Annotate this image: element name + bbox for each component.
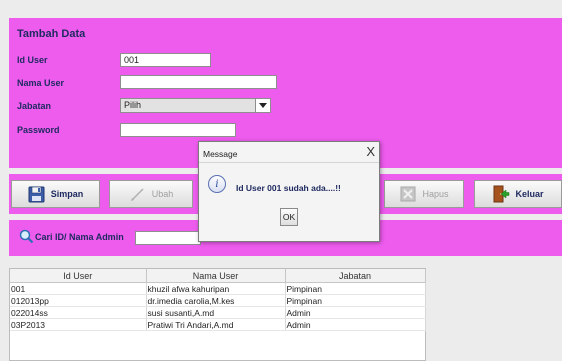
- form-title: Tambah Data: [17, 28, 86, 40]
- table-row[interactable]: 022014ss susi susanti,A.md Admin: [10, 306, 426, 319]
- cell-jabatan: Pimpinan: [285, 282, 426, 295]
- id-user-field[interactable]: 001: [120, 53, 211, 67]
- table-row[interactable]: 012013pp dr.imedia carolia,M.kes Pimpina…: [10, 294, 426, 307]
- search-icon: [19, 229, 34, 246]
- app-window: Tambah Data Id User 001 Nama User Jabata…: [0, 0, 562, 361]
- keluar-button[interactable]: Keluar: [474, 180, 562, 208]
- password-label: Password: [17, 125, 60, 135]
- user-table[interactable]: Id User Nama User Jabatan 001 khuzil afw…: [9, 268, 426, 361]
- ok-button[interactable]: OK: [280, 208, 298, 226]
- column-header-nama-user[interactable]: Nama User: [146, 269, 286, 283]
- keluar-label: Keluar: [515, 189, 544, 199]
- delete-icon: [399, 185, 417, 203]
- hapus-label: Hapus: [422, 189, 449, 199]
- jabatan-selected: Pilih: [124, 100, 142, 110]
- jabatan-select[interactable]: Pilih: [120, 98, 271, 113]
- dialog-divider: [199, 162, 379, 163]
- floppy-disk-icon: [28, 185, 46, 203]
- table-header-row: Id User Nama User Jabatan: [10, 269, 426, 283]
- cell-nama-user: dr.imedia carolia,M.kes: [146, 294, 286, 307]
- jabatan-label: Jabatan: [17, 101, 52, 111]
- cell-id-user: 001: [10, 282, 147, 295]
- cell-id-user: 012013pp: [10, 294, 147, 307]
- cell-id-user: 022014ss: [10, 306, 147, 319]
- pencil-icon: [129, 185, 147, 203]
- table-row[interactable]: 03P2013 Pratiwi Tri Andari,A.md Admin: [10, 318, 426, 331]
- table-row[interactable]: 001 khuzil afwa kahuripan Pimpinan: [10, 282, 426, 295]
- ubah-label: Ubah: [151, 189, 174, 199]
- message-dialog: Message X i Id User 001 sudah ada....!! …: [198, 141, 380, 242]
- cell-jabatan: Pimpinan: [285, 294, 426, 307]
- info-icon: i: [208, 175, 226, 193]
- hapus-button[interactable]: Hapus: [384, 180, 464, 208]
- nama-user-field[interactable]: [120, 75, 277, 89]
- cell-nama-user: Pratiwi Tri Andari,A.md: [146, 318, 286, 331]
- password-field[interactable]: [120, 123, 236, 137]
- cell-jabatan: Admin: [285, 318, 426, 331]
- dialog-title: Message: [203, 149, 238, 159]
- close-icon[interactable]: X: [366, 144, 375, 159]
- cell-nama-user: susi susanti,A.md: [146, 306, 286, 319]
- simpan-button[interactable]: Simpan: [11, 180, 100, 208]
- chevron-down-icon[interactable]: [255, 99, 270, 112]
- cell-jabatan: Admin: [285, 306, 426, 319]
- cell-nama-user: khuzil afwa kahuripan: [146, 282, 286, 295]
- search-input[interactable]: [135, 231, 201, 245]
- column-header-jabatan[interactable]: Jabatan: [285, 269, 426, 283]
- id-user-label: Id User: [17, 55, 48, 65]
- dialog-message: Id User 001 sudah ada....!!: [236, 183, 341, 193]
- cell-id-user: 03P2013: [10, 318, 147, 331]
- ubah-button[interactable]: Ubah: [109, 180, 193, 208]
- search-label: Cari ID/ Nama Admin: [35, 232, 124, 242]
- simpan-label: Simpan: [50, 189, 84, 199]
- exit-door-icon: [492, 185, 510, 203]
- nama-user-label: Nama User: [17, 78, 65, 88]
- column-header-id-user[interactable]: Id User: [10, 269, 147, 283]
